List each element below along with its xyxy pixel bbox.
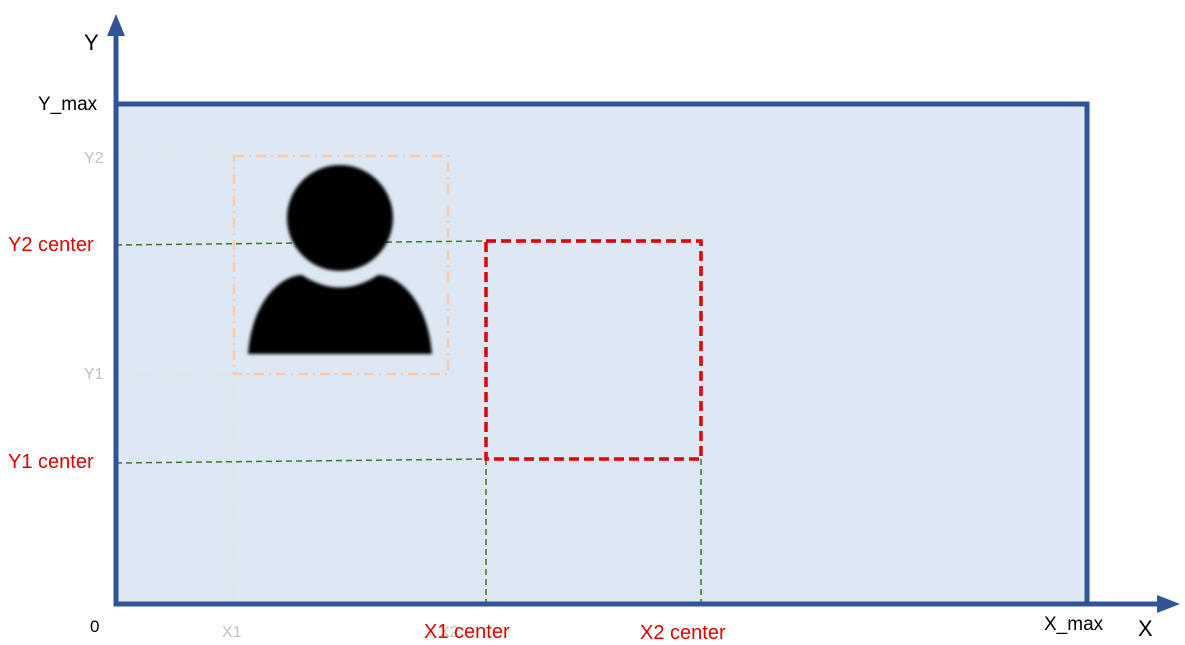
- y-axis-arrowhead: [107, 14, 125, 36]
- x1-center-label: X1 center: [424, 621, 510, 643]
- x2-center-label: X2 center: [640, 622, 726, 644]
- coordinate-diagram: Y X Y_max X_max 0 Y2 Y1 X1 X2 Y2 center …: [8, 14, 1180, 644]
- x-axis-label: X: [1138, 616, 1153, 641]
- x-axis-arrowhead: [1157, 595, 1180, 613]
- x1-label: X1: [222, 624, 242, 641]
- y1-label: Y1: [84, 366, 104, 383]
- y-axis-label: Y: [84, 30, 99, 55]
- y2-center-label: Y2 center: [8, 234, 94, 256]
- y2-label: Y2: [84, 150, 104, 167]
- y1-center-label: Y1 center: [8, 451, 94, 473]
- x-max-label: X_max: [1044, 614, 1104, 635]
- origin-label: 0: [90, 617, 99, 636]
- y-max-label: Y_max: [38, 94, 98, 115]
